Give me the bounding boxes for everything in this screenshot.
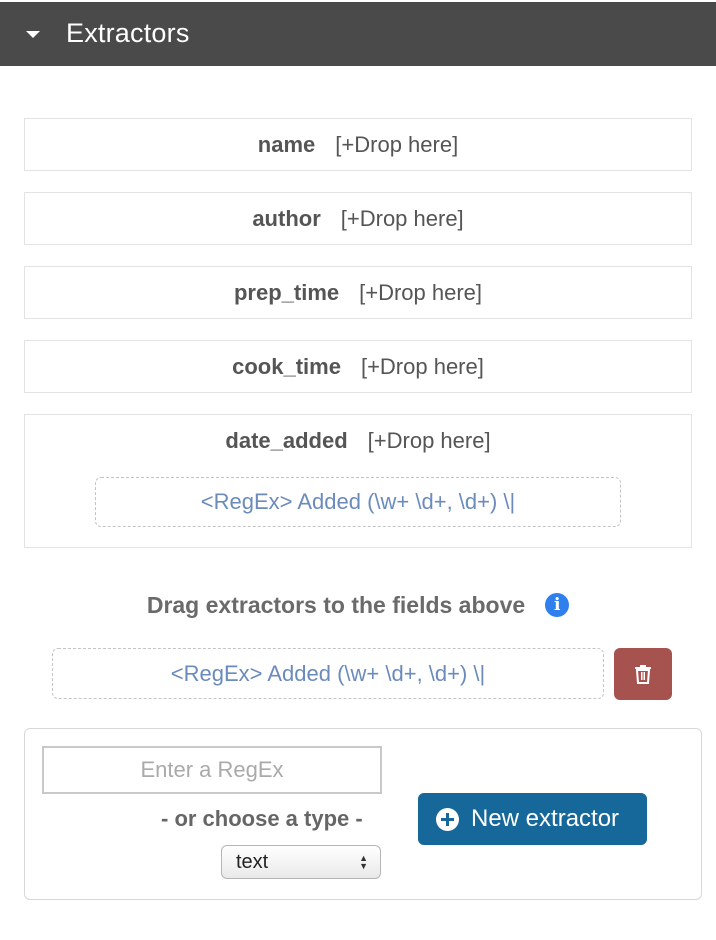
field-drop-zone-prep-time[interactable]: prep_time [+Drop here] — [24, 266, 692, 319]
drop-here-hint: [+Drop here] — [367, 428, 491, 453]
delete-extractor-button[interactable] — [614, 648, 672, 700]
assigned-extractor-chip[interactable]: <RegEx> Added (\w+ \d+, \d+) \| — [95, 477, 621, 527]
field-drop-zone-date-added[interactable]: date_added [+Drop here] <RegEx> Added (\… — [24, 414, 692, 548]
field-label: prep_time — [233, 280, 340, 305]
field-label: date_added — [225, 428, 348, 453]
type-select-value: text — [236, 850, 269, 873]
trash-icon — [635, 665, 651, 684]
new-extractor-label: New extractor — [471, 805, 620, 832]
panel-title: Extractors — [66, 18, 190, 48]
drop-here-hint: [+Drop here] — [359, 280, 483, 305]
choose-type-label: - or choose a type - — [161, 806, 363, 831]
drag-hint: Drag extractors to the fields above i — [0, 588, 716, 622]
plus-circle-icon — [436, 807, 459, 831]
field-drop-zone-cook-time[interactable]: cook_time [+Drop here] — [24, 340, 692, 393]
select-arrows-icon: ▲ ▼ — [359, 853, 368, 871]
extractors-header[interactable]: Extractors — [0, 2, 716, 66]
available-extractor-chip[interactable]: <RegEx> Added (\w+ \d+, \d+) \| — [52, 648, 604, 699]
field-drop-zone-author[interactable]: author [+Drop here] — [24, 192, 692, 245]
regex-input[interactable] — [42, 746, 382, 794]
field-drop-zone-name[interactable]: name [+Drop here] — [24, 118, 692, 171]
info-icon[interactable]: i — [545, 593, 570, 617]
new-extractor-button[interactable]: New extractor — [418, 793, 647, 845]
collapse-caret-icon[interactable] — [26, 31, 40, 38]
extractor-type-select[interactable]: text ▲ ▼ — [221, 845, 381, 879]
field-label: cook_time — [232, 354, 341, 379]
field-label: name — [257, 132, 316, 157]
drop-here-hint: [+Drop here] — [360, 354, 484, 379]
new-extractor-panel: - or choose a type - text ▲▼ New extract… — [24, 728, 702, 900]
drop-here-hint: [+Drop here] — [335, 132, 459, 157]
drag-hint-text: Drag extractors to the fields above — [146, 591, 526, 618]
field-label: author — [252, 206, 321, 231]
drop-here-hint: [+Drop here] — [340, 206, 464, 231]
